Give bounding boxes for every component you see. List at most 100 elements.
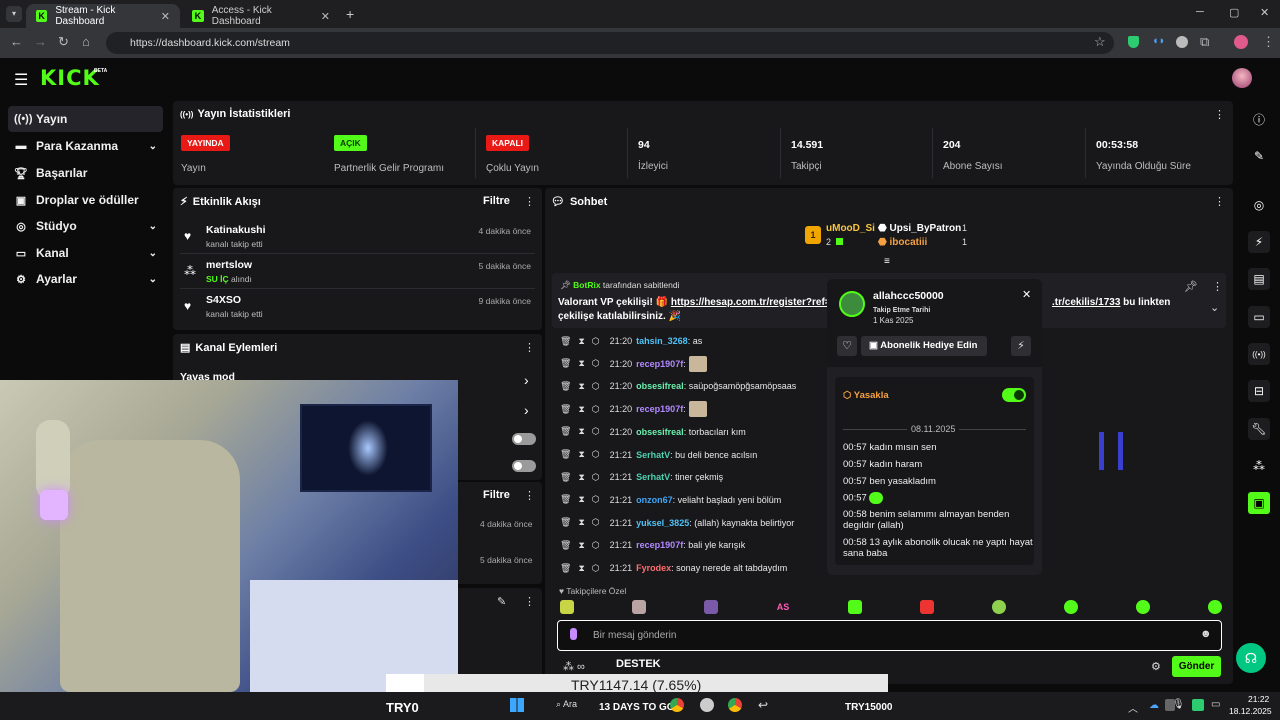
tray-app-icon[interactable]	[1192, 699, 1204, 711]
timeout-icon[interactable]: ⧗	[578, 381, 584, 392]
browser-menu-icon[interactable]: ⋮	[1262, 34, 1275, 50]
delete-icon[interactable]: 🗑︎	[560, 449, 571, 460]
delete-icon[interactable]: 🗑︎	[560, 404, 571, 415]
kick-reward-icon[interactable]: ⁂	[1248, 455, 1270, 477]
taskbar-app-icon[interactable]: ↩	[758, 698, 768, 712]
tab-stream[interactable]: K Stream - Kick Dashboard ✕	[26, 4, 180, 28]
message-username[interactable]: onzon67	[636, 495, 673, 505]
tab-list-button[interactable]: ▾	[6, 6, 22, 22]
mic-icon[interactable]	[570, 628, 577, 640]
second-feed-menu-icon[interactable]: ⋮	[524, 489, 535, 502]
tray-cloud-icon[interactable]: ☁	[1149, 700, 1159, 711]
taskbar-search[interactable]: ⌕ Ara	[556, 699, 577, 710]
message-username[interactable]: recep1907f	[636, 540, 683, 550]
pinned-link-2[interactable]: .tr/cekilis/1733	[1052, 297, 1120, 308]
new-tab-button[interactable]: +	[346, 6, 354, 22]
user-avatar[interactable]	[1232, 68, 1252, 88]
emote-icon[interactable]	[632, 600, 646, 614]
timeout-icon[interactable]: ⧗	[578, 494, 584, 505]
delete-icon[interactable]: 🗑︎	[560, 563, 571, 574]
message-username[interactable]: yuksel_3825	[636, 518, 689, 528]
wrench-icon[interactable]: 🔧︎	[1248, 418, 1270, 440]
follow-heart-button[interactable]: ♡	[837, 336, 857, 356]
sidebar-item-basarilar[interactable]: 🏆︎ Başarılar	[8, 160, 163, 186]
emote-icon[interactable]	[1136, 600, 1150, 614]
ban-icon[interactable]: ⬡	[592, 404, 600, 415]
delete-icon[interactable]: 🗑︎	[560, 540, 571, 551]
tab-access[interactable]: K Access - Kick Dashboard ✕	[182, 4, 340, 28]
chat-settings-icon[interactable]: ⚙	[1151, 660, 1161, 673]
extra-action-button[interactable]: ⚡︎	[1011, 336, 1031, 356]
taskbar-app-icon[interactable]	[700, 698, 714, 712]
ban-icon[interactable]: ⬡	[592, 449, 600, 460]
document-icon[interactable]: ▤	[1248, 268, 1270, 290]
emoji-icon[interactable]: ☻	[1200, 628, 1212, 640]
stats-menu-icon[interactable]: ⋮	[1214, 108, 1225, 121]
chevron-down-icon[interactable]: ⌄	[1210, 301, 1219, 314]
profile-avatar-icon[interactable]	[1234, 35, 1248, 49]
timeout-icon[interactable]: ⧗	[578, 404, 584, 415]
send-button[interactable]: Gönder	[1172, 656, 1221, 677]
chevron-right-icon[interactable]: ›	[524, 372, 529, 388]
extension-wave-icon[interactable]: ◖◗	[1152, 35, 1165, 47]
close-icon[interactable]: ✕	[161, 10, 170, 23]
message-username[interactable]: obsesifreal	[636, 427, 684, 437]
pinned-menu-icon[interactable]: ⋮	[1212, 280, 1223, 293]
bolt-icon[interactable]: ⚡︎	[1248, 231, 1270, 253]
second-feed-filter-button[interactable]: Filtre	[483, 489, 510, 501]
message-username[interactable]: SerhatV	[636, 472, 670, 482]
sidebar-item-ayarlar[interactable]: ⚙ Ayarlar ⌄	[8, 266, 163, 292]
bookmark-star-icon[interactable]: ☆	[1094, 34, 1106, 50]
delete-icon[interactable]: 🗑︎	[560, 336, 571, 347]
message-username[interactable]: obsesifreal	[636, 381, 684, 391]
sidebar-item-para-kazanma[interactable]: ▬ Para Kazanma ⌄	[8, 133, 163, 159]
timeout-icon[interactable]: ⧗	[578, 472, 584, 483]
emote-icon[interactable]	[1064, 600, 1078, 614]
timeout-icon[interactable]: ⧗	[578, 336, 584, 347]
ban-icon[interactable]: ⬡	[592, 563, 600, 574]
taskbar-app-icon[interactable]	[670, 698, 684, 712]
maximize-button[interactable]: ▢	[1229, 6, 1239, 19]
message-username[interactable]: tahsin_3268	[636, 336, 688, 346]
message-username[interactable]: SerhatV	[636, 450, 670, 460]
delete-icon[interactable]: 🗑︎	[560, 494, 571, 505]
ban-icon[interactable]: ⬡	[592, 540, 600, 551]
sidebar-item-kanal[interactable]: ▭ Kanal ⌄	[8, 240, 163, 266]
notes-menu-icon[interactable]: ⋮	[524, 595, 535, 608]
ban-icon[interactable]: ⬡	[592, 381, 600, 392]
message-username[interactable]: recep1907f	[636, 404, 683, 414]
timeout-icon[interactable]: ⧗	[578, 517, 584, 528]
ban-toggle[interactable]	[1002, 388, 1026, 402]
ban-icon[interactable]: ⬡	[592, 517, 600, 528]
chevron-right-icon[interactable]: ›	[524, 402, 529, 418]
kick-app-icon[interactable]: ▣	[1248, 492, 1270, 514]
sidebar-item-yayin[interactable]: ((•)) Yayın	[8, 106, 163, 132]
home-icon[interactable]: ⌂	[82, 34, 90, 49]
chat-menu-icon[interactable]: ⋮	[1214, 195, 1225, 208]
hamburger-menu-icon[interactable]: ☰	[14, 70, 28, 90]
gift-sub-button[interactable]: ▣ Abonelik Hediye Edin	[861, 336, 987, 356]
extensions-icon[interactable]: ⧉	[1200, 34, 1209, 50]
ban-icon[interactable]: ⬡	[592, 472, 600, 483]
message-username[interactable]: recep1907f	[636, 359, 683, 369]
emote-icon[interactable]: AS	[776, 600, 790, 614]
reload-icon[interactable]: ↻	[58, 34, 69, 50]
extension-cookie-icon[interactable]	[1176, 36, 1188, 48]
kick-logo[interactable]: KICK	[40, 66, 100, 90]
back-icon[interactable]: ←	[10, 34, 23, 49]
pinned-link[interactable]: https://hesap.com.tr/register?ref=	[671, 297, 831, 308]
emote-icon[interactable]	[992, 600, 1006, 614]
delete-icon[interactable]: 🗑︎	[560, 517, 571, 528]
emote-icon[interactable]	[560, 600, 574, 614]
delete-icon[interactable]: 🗑︎	[560, 426, 571, 437]
close-icon[interactable]: ✕	[1022, 288, 1031, 301]
action-toggle[interactable]	[512, 460, 536, 472]
layout-icon[interactable]: ⊟	[1248, 380, 1270, 402]
activity-filter-button[interactable]: Filtre	[483, 195, 510, 207]
ban-icon[interactable]: ⬡	[592, 358, 600, 369]
window-close-button[interactable]: ✕	[1260, 6, 1269, 19]
minimize-button[interactable]: ─	[1196, 6, 1204, 18]
activity-menu-icon[interactable]: ⋮	[524, 195, 535, 208]
close-icon[interactable]: ✕	[321, 10, 330, 23]
chat-tools-icon[interactable]: ⁂ ∞	[563, 660, 585, 673]
